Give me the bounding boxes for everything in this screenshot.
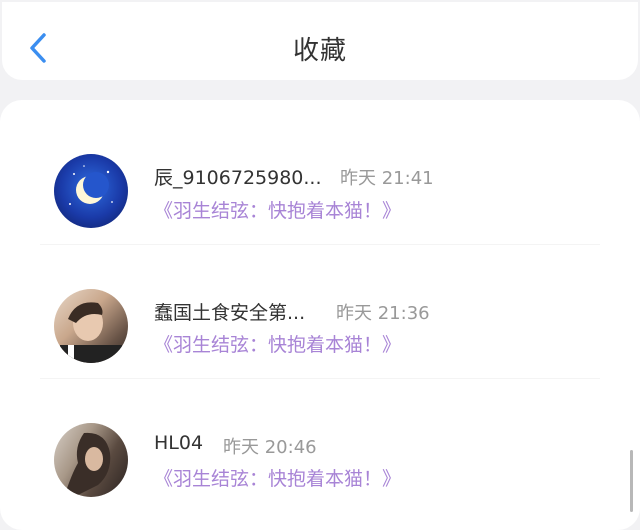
top-bar: 收藏 bbox=[2, 2, 638, 80]
avatar[interactable] bbox=[54, 289, 128, 363]
avatar[interactable] bbox=[54, 154, 128, 228]
divider bbox=[40, 378, 600, 379]
user-name[interactable]: HL04 bbox=[154, 432, 203, 454]
work-title-link[interactable]: 《羽生结弦：快抱着本猫！》 bbox=[154, 196, 401, 223]
divider bbox=[40, 244, 600, 245]
list-item[interactable]: 辰_9106725980... 昨天 21:41 《羽生结弦：快抱着本猫！》 bbox=[0, 148, 640, 258]
user-name[interactable]: 蠢国土食安全第... bbox=[154, 298, 305, 325]
timestamp: 昨天 21:41 bbox=[340, 168, 434, 189]
list-item[interactable]: HL04 昨天 20:46 《羽生结弦：快抱着本猫！》 bbox=[0, 416, 640, 526]
user-name[interactable]: 辰_9106725980... bbox=[154, 163, 322, 190]
timestamp: 昨天 21:36 bbox=[336, 303, 430, 324]
work-title-link[interactable]: 《羽生结弦：快抱着本猫！》 bbox=[154, 330, 401, 357]
favorites-list: 辰_9106725980... 昨天 21:41 《羽生结弦：快抱着本猫！》 蠢… bbox=[0, 100, 640, 530]
avatar[interactable] bbox=[54, 423, 128, 497]
list-item[interactable]: 蠢国土食安全第... 昨天 21:36 《羽生结弦：快抱着本猫！》 bbox=[0, 282, 640, 392]
work-title-link[interactable]: 《羽生结弦：快抱着本猫！》 bbox=[154, 464, 401, 491]
page-title: 收藏 bbox=[292, 36, 347, 66]
scrollbar[interactable] bbox=[630, 450, 633, 512]
timestamp: 昨天 20:46 bbox=[223, 437, 317, 458]
